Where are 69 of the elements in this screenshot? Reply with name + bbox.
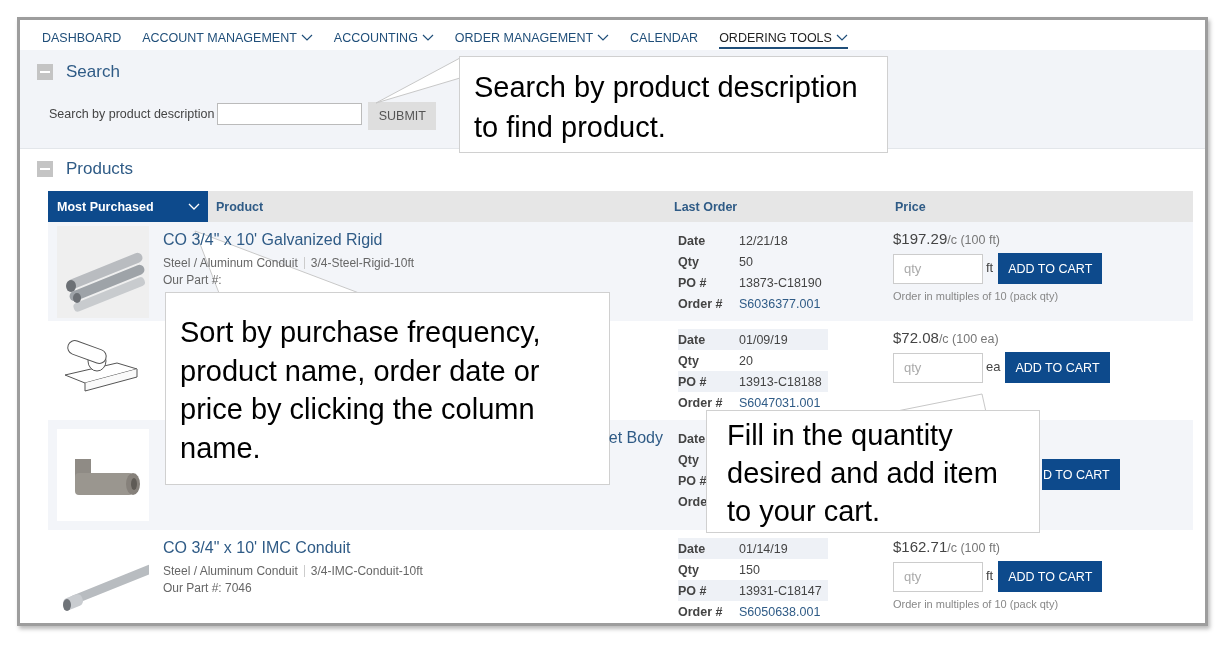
pack-note: Order in multiples of 10 (pack qty) [893,290,1059,302]
order-value: 01/14/19 [739,541,788,556]
order-label: Date [678,541,707,556]
product-link[interactable]: CO 3/4" x 10' Galvanized Rigid [163,230,383,250]
order-label: Order # [678,296,724,311]
order-value: 01/09/19 [739,332,788,347]
add-to-cart-button[interactable]: ADD TO CART [1005,352,1110,383]
add-to-cart-button[interactable]: D TO CART [1042,459,1120,490]
part-number: Our Part #: 7046 [163,581,252,595]
column-header[interactable]: Last Order [674,199,895,214]
add-to-cart-button[interactable]: ADD TO CART [998,561,1103,592]
chevron-down-icon [188,203,200,210]
collapse-icon[interactable] [37,64,53,80]
order-label: Orde [678,494,709,509]
price-text: $197.29/c (100 ft) [893,230,1001,248]
product-link[interactable]: CO 3/4" x 10' IMC Conduit [163,538,351,558]
field-label: Search by product description [49,107,215,121]
product-sku: 3/4-Steel-Rigid-10ft [310,256,415,270]
sort-dropdown[interactable]: Most Purchased [48,191,208,222]
order-label: PO # [678,473,708,488]
order-value: 12/21/18 [739,233,788,248]
order-label: Qty [678,562,700,577]
unit-label: ea [986,359,1001,374]
section-title: Search [66,62,120,82]
nav-link[interactable]: ACCOUNT MANAGEMENT [142,28,313,47]
qty-field[interactable]: qty [893,561,983,592]
price-text: $162.71/c (100 ft) [893,538,1001,556]
search-field[interactable] [217,103,363,125]
nav-link[interactable]: DASHBOARD [42,28,122,47]
section-title: Products [66,159,134,179]
order-link[interactable]: S6036377.001 [739,296,821,311]
unit-label: ft [986,568,994,583]
order-label: PO # [678,374,708,389]
product-category: Steel / Aluminum Conduit [163,256,298,270]
price-text: $72.08/c (100 ea) [893,329,999,347]
column-header[interactable]: Price [895,199,926,214]
callout: Search by product description to find product. [459,56,888,153]
order-value: 13873-C18190 [739,275,822,290]
qty-field[interactable]: qty [893,352,983,383]
column-header[interactable]: Product [216,199,674,214]
nav-link[interactable]: ACCOUNTING [333,28,434,47]
order-value: 20 [739,353,753,368]
order-label: Order # [678,604,724,619]
order-value: 50 [739,254,753,269]
part-number: Our Part #: [163,273,222,287]
order-label: Qty [678,452,700,467]
qty-field[interactable]: qty [893,253,983,284]
unit-label: ft [986,260,994,275]
order-link[interactable]: S6050638.001 [739,604,821,619]
order-label: Order # [678,395,724,410]
order-value: 150 [739,562,760,577]
product-link[interactable]: et Body [608,428,663,448]
pack-note: Order in multiples of 10 (pack qty) [893,598,1059,610]
product-category: Steel / Aluminum Conduit [163,564,298,578]
order-label: Date [678,332,707,347]
submit-button[interactable]: SUBMIT [368,102,437,130]
order-label: PO # [678,583,708,598]
order-label: Qty [678,254,700,269]
order-link[interactable]: S6047031.001 [739,395,821,410]
product-sku: 3/4-IMC-Conduit-10ft [310,564,423,578]
order-label: PO # [678,275,708,290]
nav-link[interactable]: ORDER MANAGEMENT [454,28,610,47]
add-to-cart-button[interactable]: ADD TO CART [998,253,1103,284]
order-value: 13913-C18188 [739,374,822,389]
nav-link[interactable]: CALENDAR [630,28,699,47]
order-label: Date [678,233,707,248]
collapse-icon[interactable] [37,161,53,177]
order-value: 13931-C18147 [739,583,822,598]
order-label: Qty [678,353,700,368]
